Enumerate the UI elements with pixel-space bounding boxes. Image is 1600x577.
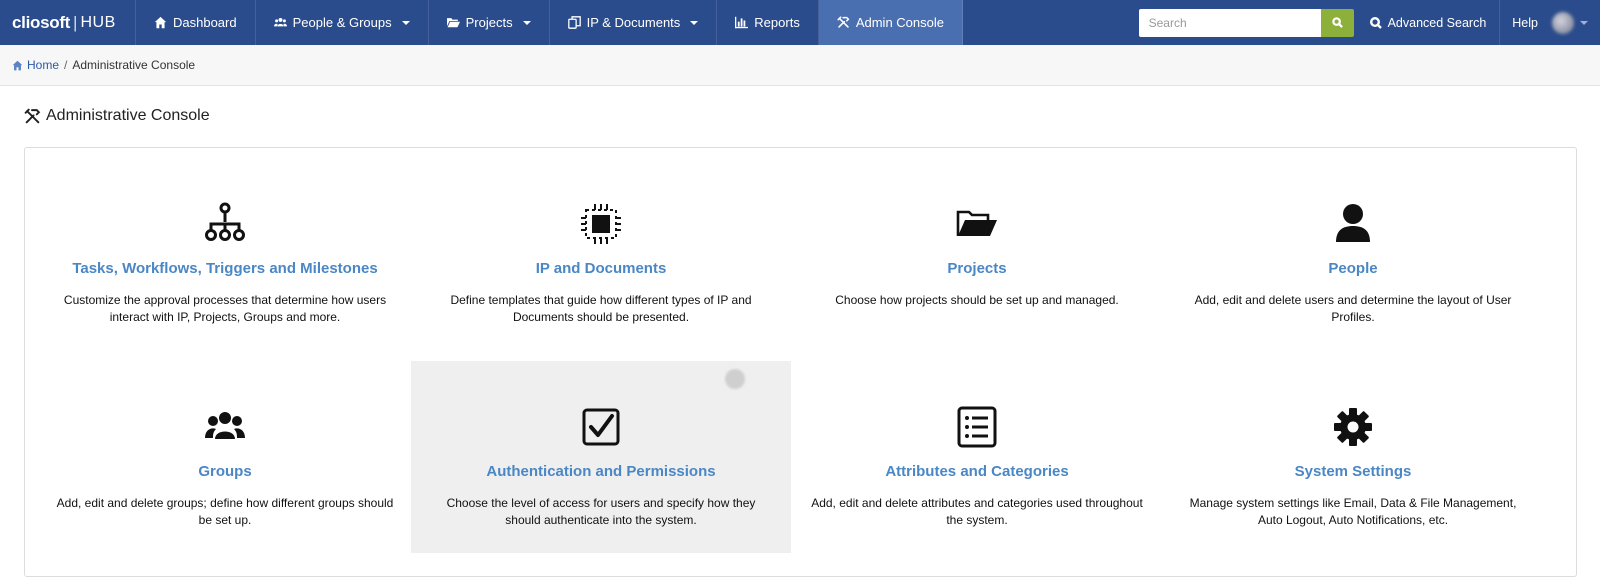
tile-groups[interactable]: Groups Add, edit and delete groups; defi… — [35, 361, 415, 553]
tile-description: Choose how projects should be set up and… — [835, 293, 1119, 307]
advanced-search-label: Advanced Search — [1387, 15, 1487, 30]
tile-icon-wrap — [787, 405, 1167, 449]
chip-icon — [581, 204, 621, 244]
search-icon — [1331, 17, 1343, 28]
tile-icon-wrap — [411, 405, 791, 449]
users-icon — [273, 17, 287, 27]
hierarchy-icon — [205, 202, 245, 241]
tile-title: Authentication and Permissions — [486, 463, 716, 480]
nav-people-groups-label: People & Groups — [292, 15, 392, 30]
nav-dashboard-label: Dashboard — [173, 15, 237, 30]
user-icon — [1336, 204, 1370, 242]
admin-tiles-panel: Tasks, Workflows, Triggers and Milestone… — [24, 147, 1577, 577]
search-bar — [1138, 0, 1364, 45]
folder-open-icon — [446, 18, 460, 28]
gear-icon — [1334, 408, 1372, 446]
tile-description: Manage system settings like Email, Data … — [1189, 496, 1517, 527]
breadcrumb-home[interactable]: Home — [12, 58, 59, 72]
tile-description: Define templates that guide how differen… — [450, 293, 752, 324]
users-icon — [205, 412, 245, 439]
nav-projects[interactable]: Projects — [429, 0, 550, 45]
folder-open-icon — [956, 210, 997, 236]
tile-description: Add, edit and delete groups; define how … — [56, 496, 394, 527]
home-icon — [12, 60, 23, 70]
tile-title: IP and Documents — [535, 260, 667, 277]
nav-ip-documents[interactable]: IP & Documents — [550, 0, 718, 45]
brand-logo[interactable]: cliosoft | HUB — [0, 0, 136, 45]
zoom-icon — [1369, 16, 1382, 29]
tile-title: People — [1328, 260, 1378, 277]
tile-title: System Settings — [1294, 463, 1412, 480]
tile-authentication-permissions[interactable]: Authentication and Permissions Choose th… — [411, 361, 791, 553]
tile-title: Groups — [198, 463, 252, 480]
tile-icon-wrap — [35, 202, 415, 246]
nav-reports-label: Reports — [754, 15, 800, 30]
tile-icon-wrap — [1163, 405, 1543, 449]
nav-admin-console[interactable]: Admin Console — [818, 0, 963, 45]
nav-admin-console-label: Admin Console — [855, 15, 944, 30]
help-label: Help — [1512, 15, 1538, 30]
tile-ip-documents[interactable]: IP and Documents Define templates that g… — [411, 158, 791, 350]
tile-icon-wrap — [35, 405, 415, 449]
breadcrumb: Home / Administrative Console — [0, 45, 1600, 86]
tile-description: Add, edit and delete users and determine… — [1194, 293, 1512, 324]
home-icon — [154, 16, 167, 29]
tile-tasks-workflows[interactable]: Tasks, Workflows, Triggers and Milestone… — [35, 158, 415, 350]
tile-system-settings[interactable]: System Settings Manage system settings l… — [1163, 361, 1543, 553]
help-link[interactable]: Help — [1500, 0, 1550, 45]
tile-icon-wrap — [787, 202, 1167, 246]
top-navbar: cliosoft | HUB Dashboard People & Groups… — [0, 0, 1600, 45]
search-input[interactable] — [1138, 8, 1321, 37]
tile-title: Projects — [947, 260, 1007, 277]
advanced-search-link[interactable]: Advanced Search — [1364, 0, 1501, 45]
bar-chart-icon — [735, 16, 749, 29]
nav-people-groups[interactable]: People & Groups — [256, 0, 429, 45]
chevron-down-icon — [690, 20, 699, 25]
tile-icon-wrap — [411, 202, 791, 246]
list-icon — [957, 406, 997, 448]
logo-separator: | — [73, 12, 78, 32]
breadcrumb-separator: / — [64, 58, 68, 72]
logo-text: cliosoft — [12, 12, 71, 32]
tile-description: Choose the level of access for users and… — [446, 496, 756, 527]
tools-icon — [837, 16, 850, 28]
logo-hub-text: HUB — [80, 13, 116, 31]
chevron-down-icon — [522, 20, 531, 25]
breadcrumb-home-label: Home — [27, 58, 60, 72]
tile-projects[interactable]: Projects Choose how projects should be s… — [787, 158, 1167, 350]
nav-dashboard[interactable]: Dashboard — [136, 0, 256, 45]
tile-description: Add, edit and delete attributes and cate… — [811, 496, 1143, 527]
tile-people[interactable]: People Add, edit and delete users and de… — [1163, 158, 1543, 350]
tools-icon — [24, 108, 41, 123]
tile-description: Customize the approval processes that de… — [63, 293, 387, 324]
nav-projects-label: Projects — [465, 15, 513, 30]
search-button[interactable] — [1320, 8, 1354, 37]
tile-attributes-categories[interactable]: Attributes and Categories Add, edit and … — [787, 361, 1167, 553]
chevron-down-icon — [1580, 20, 1588, 25]
chevron-down-icon — [401, 20, 410, 25]
breadcrumb-current: Administrative Console — [72, 58, 196, 72]
tile-icon-wrap — [1163, 202, 1543, 246]
page-title-text: Administrative Console — [46, 107, 210, 124]
tile-title: Attributes and Categories — [885, 463, 1069, 480]
page-title: Administrative Console — [24, 107, 210, 125]
copy-icon — [567, 16, 581, 29]
checkbox-icon — [582, 408, 620, 446]
nav-ip-documents-label: IP & Documents — [586, 15, 681, 30]
user-menu[interactable] — [1550, 0, 1600, 45]
cursor-indicator — [725, 369, 745, 389]
tile-title: Tasks, Workflows, Triggers and Milestone… — [72, 260, 378, 277]
nav-reports[interactable]: Reports — [717, 0, 819, 45]
avatar — [1552, 11, 1574, 34]
